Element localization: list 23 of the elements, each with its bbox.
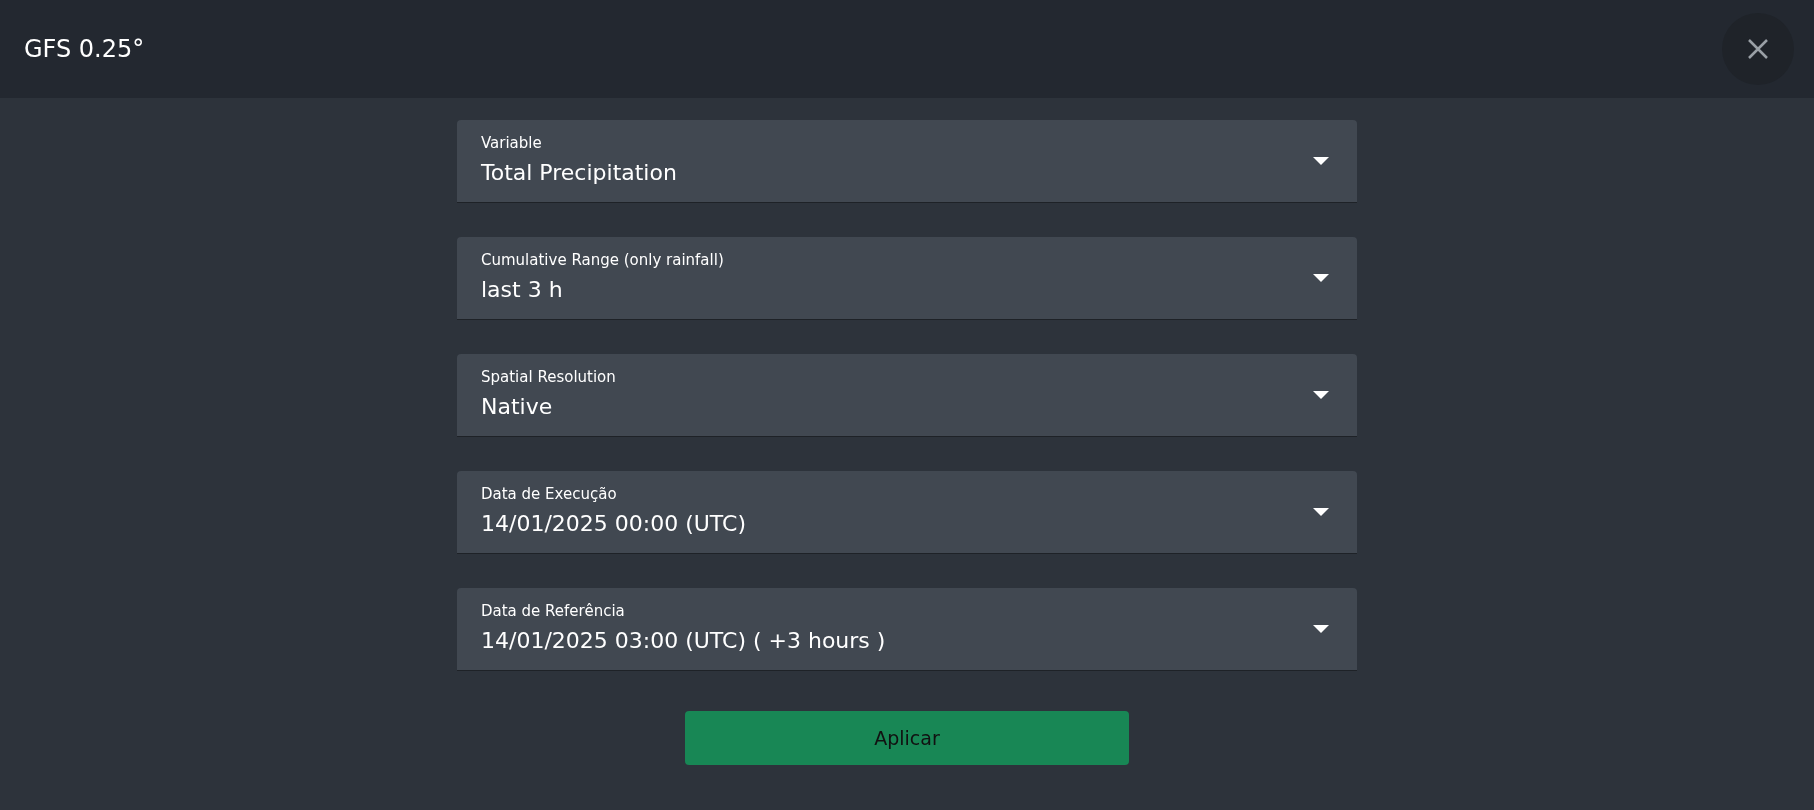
dialog-title: GFS 0.25° <box>24 34 145 65</box>
field-label: Data de Execução <box>481 484 618 504</box>
apply-button[interactable]: Aplicar <box>685 711 1129 765</box>
select-field[interactable]: Variable Total Precipitation <box>457 120 1357 203</box>
field-value: Native <box>481 393 554 421</box>
dropdown-caret-icon <box>1313 508 1329 516</box>
field-value: last 3 h <box>481 276 564 304</box>
select-field[interactable]: Data de Referência 14/01/2025 03:00 (UTC) ( +3 hours ) <box>457 588 1357 671</box>
dropdown-caret-icon <box>1313 625 1329 633</box>
field-label: Data de Referência <box>481 601 626 621</box>
field-value: 14/01/2025 03:00 (UTC) ( +3 hours ) <box>481 627 886 655</box>
close-icon <box>1746 37 1770 61</box>
field-value: 14/01/2025 00:00 (UTC) <box>481 510 746 538</box>
field-label: Spatial Resolution <box>481 367 616 387</box>
dropdown-caret-icon <box>1313 157 1329 165</box>
select-field[interactable]: Spatial Resolution Native <box>457 354 1357 437</box>
select-field[interactable]: Data de Execução 14/01/2025 00:00 (UTC) <box>457 471 1357 554</box>
dropdown-caret-icon <box>1313 274 1329 282</box>
field-label: Cumulative Range (only rainfall) <box>481 250 724 270</box>
field-value: Total Precipitation <box>481 159 677 187</box>
select-field[interactable]: Cumulative Range (only rainfall) last 3 h <box>457 237 1357 320</box>
dropdown-caret-icon <box>1313 391 1329 399</box>
field-label: Variable <box>481 133 543 153</box>
